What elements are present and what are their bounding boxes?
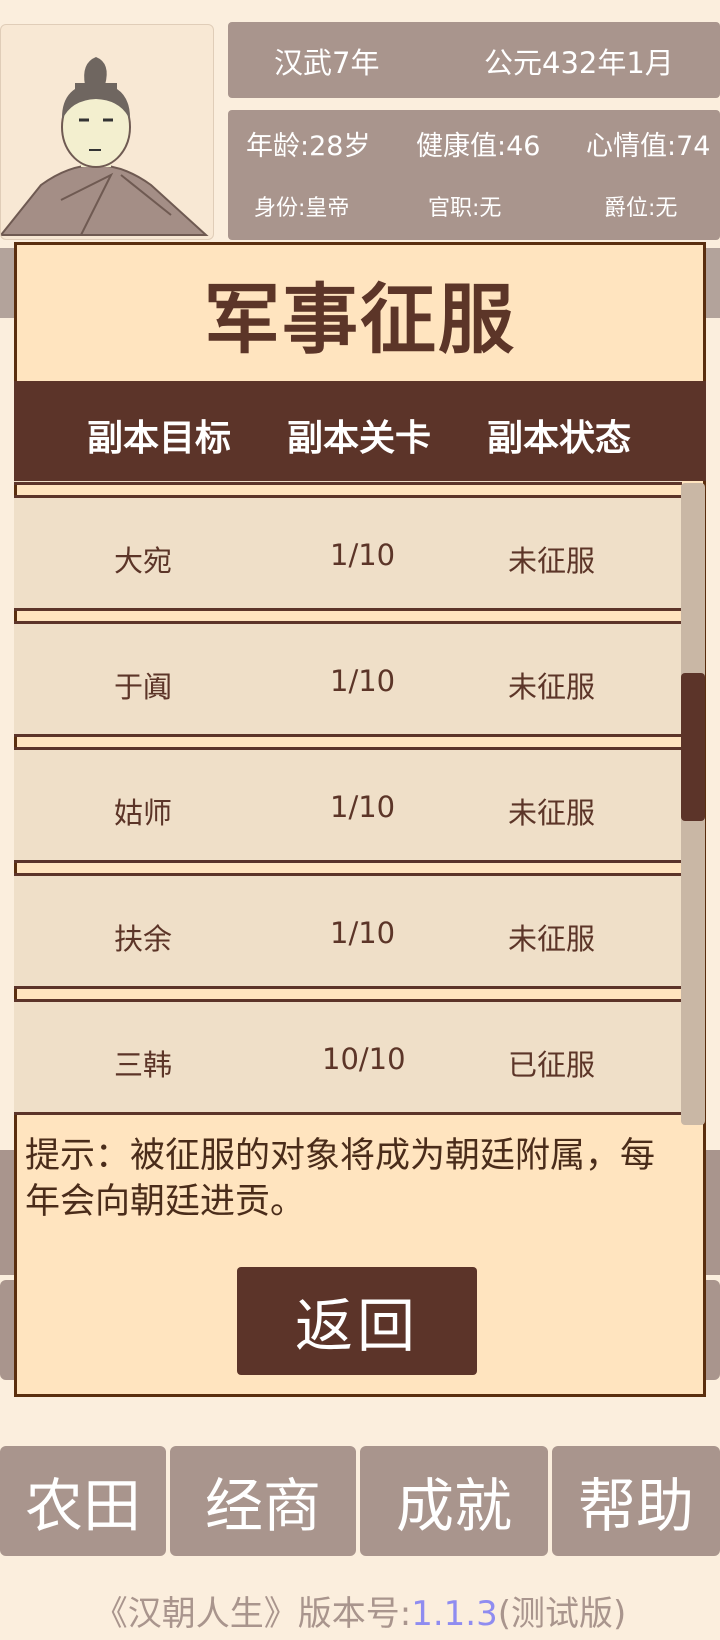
date-bar: 汉武7年 公元432年1月 (228, 22, 720, 98)
column-header-stage: 副本关卡 (287, 418, 432, 459)
row-status: 未征服 (508, 922, 596, 956)
footer-prefix: 《汉朝人生》版本号: (93, 1594, 412, 1634)
row-target: 于阗 (114, 670, 173, 704)
row-stage: 1/10 (330, 916, 396, 950)
column-header-status: 副本状态 (487, 418, 632, 459)
title-stat: 爵位:无 (604, 196, 678, 221)
conquest-list[interactable]: 大宛 1/10 未征服 于阗 1/10 未征服 姑师 1/10 未征服 扶余 1… (14, 481, 706, 1129)
column-header-target: 副本目标 (87, 418, 232, 459)
row-status: 已征服 (508, 1048, 596, 1082)
row-stage: 1/10 (330, 790, 396, 824)
footer-suffix: (测试版) (497, 1594, 627, 1634)
help-button[interactable]: 帮助 (552, 1446, 720, 1556)
table-row[interactable]: 于阗 1/10 未征服 (14, 621, 682, 737)
age-stat: 年龄:28岁 (246, 131, 371, 162)
list-scrollbar-thumb[interactable] (681, 673, 705, 821)
mood-stat: 心情值:74 (586, 131, 711, 162)
office-stat: 官职:无 (428, 196, 502, 221)
table-header: 副本目标 副本关卡 副本状态 (14, 381, 706, 481)
row-status: 未征服 (508, 670, 596, 704)
back-button[interactable]: 返回 (237, 1267, 477, 1375)
hint-text: 提示：被征服的对象将成为朝廷附属，每年会向朝廷进贡。 (25, 1136, 656, 1222)
calendar-date: 公元432年1月 (484, 46, 674, 80)
table-row[interactable]: 三韩 10/10 已征服 (14, 999, 682, 1115)
row-stage: 10/10 (322, 1042, 406, 1076)
row-target: 三韩 (114, 1048, 173, 1082)
table-row[interactable]: 大宛 1/10 未征服 (14, 495, 682, 611)
trade-button[interactable]: 经商 (170, 1446, 356, 1556)
row-target: 大宛 (114, 544, 173, 578)
table-row[interactable]: 姑师 1/10 未征服 (14, 747, 682, 863)
table-row[interactable]: 扶余 1/10 未征服 (14, 873, 682, 989)
row-target: 姑师 (114, 796, 173, 830)
achievement-button[interactable]: 成就 (360, 1446, 548, 1556)
modal-title: 军事征服 (204, 275, 516, 364)
row-status: 未征服 (508, 796, 596, 830)
version-number: 1.1.3 (411, 1594, 498, 1634)
version-footer: 《汉朝人生》版本号:1.1.3(测试版) (0, 1586, 720, 1635)
row-stage: 1/10 (330, 664, 396, 698)
player-avatar (0, 24, 214, 240)
emperor-portrait-icon (1, 57, 209, 236)
health-stat: 健康值:46 (416, 131, 541, 162)
stats-bar: 年龄:28岁 健康值:46 心情值:74 身份:皇帝 官职:无 爵位:无 (228, 110, 720, 240)
row-status: 未征服 (508, 544, 596, 578)
farmland-button[interactable]: 农田 (0, 1446, 166, 1556)
conquest-modal: 军事征服 副本目标 副本关卡 副本状态 大宛 1/10 未征服 于阗 1/10 … (14, 242, 706, 1397)
row-target: 扶余 (114, 922, 173, 956)
table-row[interactable] (14, 481, 682, 485)
identity-stat: 身份:皇帝 (254, 196, 350, 221)
era-label: 汉武7年 (274, 46, 380, 80)
row-stage: 1/10 (330, 538, 396, 572)
